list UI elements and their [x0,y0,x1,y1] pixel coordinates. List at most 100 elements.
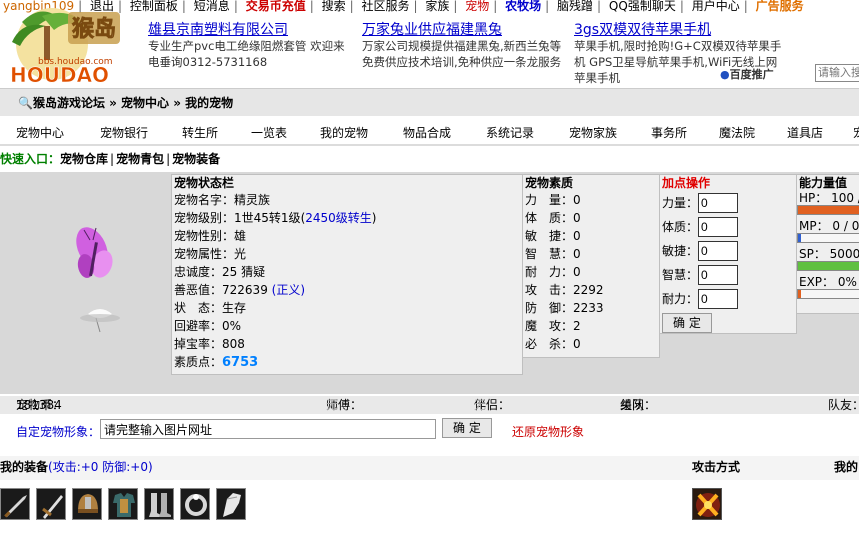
ad-title-3[interactable]: 3gs双模双待苹果手机 [574,22,784,38]
nav-system-log[interactable]: 系统记录 [486,124,534,141]
nav-office[interactable]: 事务所 [651,124,687,141]
nav-magic-hall[interactable]: 魔法院 [719,124,755,141]
restore-image-link[interactable]: 还原宠物形象 [512,423,584,440]
baidu-promo[interactable]: ●百度推广 [720,66,774,82]
quality-title: 宠物素质 [525,176,574,190]
ad-title-1[interactable]: 雄县京南塑料有限公司 [148,22,356,38]
ad-block-1[interactable]: 雄县京南塑料有限公司 专业生产pvc电工绝缘阻燃套管 欢迎来电垂询0312-57… [148,22,356,70]
quick-warehouse[interactable]: 宠物仓库 [60,152,108,166]
add-points-title: 加点操作 [662,176,711,190]
user-center-link[interactable]: 用户中心 [689,0,743,12]
attack-mode-label: 攻击方式 [692,460,741,474]
pet-status-box: 宠物状态栏 宠物名字：精灵族 宠物级别：1世45转1级(2450级转生) 宠物性… [171,174,523,375]
magnifier-icon: 🔍 [18,96,33,110]
equipment-right-label: 我的 [834,460,859,474]
quality-row: 力 量：0 [525,193,581,207]
quick-entry-label: 快速入口： [0,152,61,166]
ad-service-link[interactable]: 广告服务 [753,0,807,12]
qq-chat-link[interactable]: QQ强制聊天 [606,0,679,12]
pet-loyalty: 25 猜疑 [222,265,266,279]
nav-pet-family[interactable]: 宠物家族 [569,124,617,141]
ring-icon[interactable] [180,488,210,520]
pet-panel: 宠物状态栏 宠物名字：精灵族 宠物级别：1世45转1级(2450级转生) 宠物性… [0,172,859,394]
nav-item-shop[interactable]: 道具店 [787,124,823,141]
wisdom-input[interactable] [698,265,739,285]
pet-points: 6753 [222,355,259,370]
pet-level-row: 宠物级别：1世45转1级(2450级转生) [174,211,377,225]
pet-name-row: 宠物名字：精灵族 [174,193,271,207]
custom-image-url-input[interactable] [100,419,436,439]
endurance-input[interactable] [698,289,739,309]
add-points-confirm-button[interactable]: 确 定 [662,313,712,333]
community-link[interactable]: 社区服务 [358,0,412,12]
nav-rebirth[interactable]: 转生所 [182,124,218,141]
quick-equipment[interactable]: 宠物装备 [172,152,220,166]
ad-body-1: 专业生产pvc电工绝缘阻燃套管 欢迎来电垂询0312-5731168 [148,39,345,69]
pet-attr-row: 宠物属性：光 [174,247,247,261]
nav-item-synthesis[interactable]: 物品合成 [403,124,451,141]
hp-bar [797,205,859,215]
quality-row: 耐 力：0 [525,265,581,279]
glove-icon[interactable] [216,488,246,520]
mp-bar [797,233,859,243]
breadcrumb[interactable]: 🔍猴岛游戏论坛 » 宠物中心 » 我的宠物 [18,94,233,111]
nav-pet-center[interactable]: 宠物中心 [16,124,64,141]
messages-link[interactable]: 短消息 [191,0,233,12]
quality-row: 魔 攻：2 [525,319,581,333]
boots-icon[interactable] [144,488,174,520]
rebirth-level-link[interactable]: 2450级转生 [305,211,372,225]
nav-overview[interactable]: 一览表 [251,124,287,141]
attack-mode-icon[interactable] [692,488,722,520]
pet-state: 生存 [222,301,247,315]
quality-row: 必 杀：0 [525,337,581,351]
sp-label: SP： 5000 [799,247,859,261]
custom-image-row: 自定宠物形象： 确 定 还原宠物形象 [0,416,859,442]
status-title: 宠物状态栏 [174,176,235,190]
nav-my-pet[interactable]: 我的宠物 [320,124,368,141]
ad-body-2: 万家公司规模提供福建黑兔,新西兰兔等 免费供应技术培训,免种供应一条龙服务 [362,39,562,69]
pet-image-area [0,172,170,394]
pet-gender-row: 宠物性别：雄 [174,229,247,243]
ad-title-2[interactable]: 万家兔业供应福建黑兔 [362,22,567,38]
farm-link[interactable]: 农牧场 [502,0,544,12]
add-strength-row: 力量： [660,191,796,215]
search-link[interactable]: 搜索 [319,0,349,12]
pet-dodge: 0% [222,319,242,333]
pet-level: 1世45转1级 [234,211,301,225]
helmet-icon[interactable] [72,488,102,520]
quick-backpack[interactable]: 宠物青包 [116,152,164,166]
strength-input[interactable] [698,193,739,213]
add-points-box: 加点操作 力量： 体质： 敏捷： 智慧： 耐力： 确 定 [659,174,797,334]
constitution-input[interactable] [698,217,739,237]
brain-link[interactable]: 脑残蹭 [554,0,596,12]
dagger-icon[interactable] [0,488,30,520]
quality-row: 攻 击：2292 [525,283,604,297]
hp-label: HP： 100 / [799,191,859,205]
breadcrumb-bar: 🔍猴岛游戏论坛 » 宠物中心 » 我的宠物 [0,88,859,116]
custom-image-label: 自定宠物形象： [16,425,101,439]
quality-row: 敏 捷：0 [525,229,581,243]
family-link[interactable]: 家族 [422,0,452,12]
sp-bar [797,261,859,271]
site-logo[interactable]: 猴岛 HOUDAO bbs.houdao.com [2,2,126,90]
control-panel-link[interactable]: 控制面板 [127,0,181,12]
recharge-link[interactable]: 交易币充值 [243,0,309,12]
pet-link[interactable]: 宠物 [462,0,492,12]
ad-block-2[interactable]: 万家兔业供应福建黑兔 万家公司规模提供福建黑兔,新西兰兔等 免费供应技术培训,免… [362,22,567,70]
exp-label: EXP： 0% [799,275,857,289]
sword-icon[interactable] [36,488,66,520]
nav-divider [0,144,859,146]
custom-image-confirm-button[interactable]: 确 定 [442,418,492,438]
pet-attr: 光 [234,247,247,261]
search-input[interactable] [815,64,859,82]
agility-input[interactable] [698,241,739,261]
equipment-title: 我的装备(攻击:+0 防御:+0) [0,460,153,474]
nav-more[interactable]: 宠 [853,124,859,141]
svg-text:bbs.houdao.com: bbs.houdao.com [38,57,113,67]
mp-label: MP： 0 / 0 [799,219,859,233]
karma-link[interactable]: (正义) [272,283,305,297]
svg-text:猴岛: 猴岛 [72,16,116,42]
nav-pet-bank[interactable]: 宠物银行 [100,124,148,141]
quality-row: 智 慧：0 [525,247,581,261]
armor-icon[interactable] [108,488,138,520]
